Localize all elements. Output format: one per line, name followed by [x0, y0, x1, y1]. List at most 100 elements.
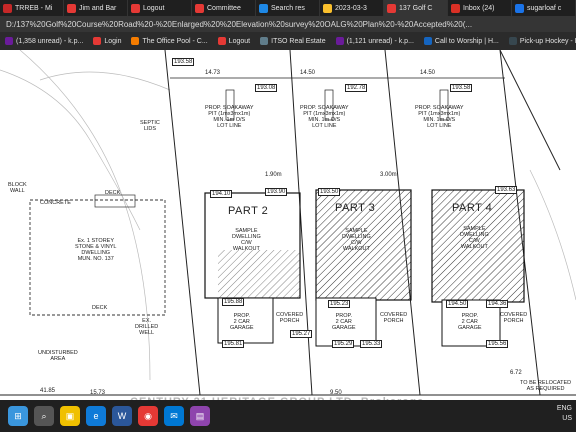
soakaway-note: PROP. SOAKAWAY PIT (1mx3mx1m) MIN. 1m O/…	[300, 105, 349, 129]
bookmark-icon	[508, 37, 517, 45]
browser-tab[interactable]: Search res	[256, 0, 320, 16]
bookmark-item[interactable]: (1,358 unread) - k.p...	[0, 37, 88, 45]
porch-note: COVERED PORCH	[380, 312, 408, 324]
dwelling-note: SAMPLE DWELLING C/W WALKOUT	[342, 228, 371, 252]
region-label: US	[562, 415, 572, 422]
browser-tab[interactable]: TRREB - Mi	[0, 0, 64, 16]
elevation-label: 194.10	[210, 190, 233, 198]
elevation-label: 193.58	[172, 58, 195, 66]
dimension-label: 1.90m	[265, 172, 282, 178]
undisturbed-note: UNDISTURBED AREA	[38, 350, 78, 362]
address-bar[interactable]: D:/137%20Golf%20Course%20Road%20-%20Enla…	[0, 16, 576, 32]
bookmark-label: Call to Worship | H...	[434, 37, 499, 45]
bookmark-item[interactable]: Call to Worship | H...	[419, 37, 504, 45]
explorer-icon[interactable]: ▣	[60, 406, 80, 426]
browser-tab[interactable]: 137 Golf C	[384, 0, 448, 16]
tab-favicon-icon	[195, 3, 204, 13]
tab-label: Logout	[143, 4, 165, 12]
lang-label: ENG	[556, 405, 572, 412]
bookmark-item[interactable]: Logout	[213, 37, 255, 45]
tab-label: Committee	[207, 4, 241, 12]
elevation-label: 195.81	[222, 340, 245, 348]
bookmark-label: The Office Pool - C...	[142, 37, 208, 45]
elevation-label: 193.08	[255, 84, 278, 92]
contour-line	[19, 50, 151, 381]
dimension-label: 14.50	[300, 70, 316, 76]
block-wall-note: BLOCK WALL	[8, 182, 27, 194]
tab-favicon-icon	[323, 3, 332, 13]
dimension-label: 15.73	[90, 390, 106, 396]
lot-line	[499, 50, 561, 171]
tab-label: sugarloaf c	[527, 4, 562, 12]
elevation-label: 195.29	[332, 340, 355, 348]
edge-icon[interactable]: e	[86, 406, 106, 426]
bookmark-icon	[5, 37, 13, 45]
elevation-label: 193.90	[265, 188, 288, 196]
bookmark-icon	[260, 37, 269, 45]
part-2-label: PART 2	[228, 205, 269, 217]
dimension-label: 41.85	[40, 388, 56, 394]
url-text[interactable]: D:/137%20Golf%20Course%20Road%20-%20Enla…	[0, 20, 472, 29]
part-3-label: PART 3	[335, 202, 376, 214]
bookmark-icon	[423, 37, 432, 45]
well-note: EX. DRILLED WELL	[135, 318, 159, 336]
bookmark-item[interactable]: Login	[88, 37, 126, 45]
browser-tab[interactable]: Logout	[128, 0, 192, 16]
tab-favicon-icon	[131, 3, 140, 13]
part-4-label: PART 4	[452, 202, 493, 214]
tab-favicon-icon	[387, 3, 396, 13]
contour-line	[529, 169, 576, 301]
browser-tab[interactable]: Jim and Bar	[64, 0, 128, 16]
tab-favicon-icon	[451, 3, 460, 13]
bookmark-item[interactable]: Pick-up Hockey - Fr...	[504, 37, 576, 45]
lot-line	[289, 50, 313, 396]
dwelling-note: SAMPLE DWELLING C/W WALKOUT	[460, 226, 489, 250]
tab-label: Jim and Bar	[79, 4, 117, 12]
elevation-label: 192.78	[345, 84, 368, 92]
tab-bar: TRREB - Mi Jim and Bar Logout Committee Sear…	[0, 0, 576, 16]
bookmark-label: Pick-up Hockey - Fr...	[519, 37, 576, 45]
deck-note: DECK	[105, 190, 121, 196]
bookmark-item[interactable]: The Office Pool - C...	[126, 37, 212, 45]
tab-label: 2023-03-3	[335, 4, 367, 12]
search-icon[interactable]: ⌕	[34, 406, 54, 426]
elevation-label: 193.63	[495, 186, 518, 194]
bookmark-label: (1,358 unread) - k.p...	[16, 37, 84, 45]
elevation-label: 193.58	[450, 84, 473, 92]
dimension-label: 3.00m	[380, 172, 397, 178]
browser-tab[interactable]: sugarloaf c	[512, 0, 576, 16]
photos-icon[interactable]: ▤	[190, 406, 210, 426]
garage-note: PROP. 2 CAR GARAGE	[230, 313, 254, 331]
bookmark-item[interactable]: (1,121 unread) - k.p...	[331, 37, 419, 45]
contour-line	[0, 69, 141, 231]
windows-icon[interactable]: ⊞	[8, 406, 28, 426]
existing-dwelling-note: Ex. 1 STOREY STONE & VINYL DWELLING MUN.…	[75, 238, 117, 262]
dimension-label: 14.50	[420, 70, 436, 76]
tab-favicon-icon	[515, 3, 524, 13]
chrome-icon[interactable]: ◉	[138, 406, 158, 426]
bookmark-item[interactable]: ITSO Real Estate	[255, 37, 330, 45]
elevation-label: 194.50	[446, 300, 469, 308]
deck-note: DECK	[92, 305, 108, 311]
bookmark-label: (1,121 unread) - k.p...	[346, 37, 414, 45]
bookmark-icon	[131, 37, 140, 45]
browser-tab[interactable]: 2023-03-3	[320, 0, 384, 16]
garage-note: PROP. 2 CAR GARAGE	[332, 313, 356, 331]
bookmark-icon	[335, 37, 344, 45]
contour-line	[39, 71, 171, 91]
mail-icon[interactable]: ✉	[164, 406, 184, 426]
tab-favicon-icon	[3, 3, 12, 13]
tab-label: TRREB - Mi	[15, 4, 53, 12]
deck-outline	[94, 194, 136, 208]
tab-label: Inbox (24)	[463, 4, 495, 12]
system-tray[interactable]: ENG US	[557, 404, 572, 424]
browser-tab[interactable]: Committee	[192, 0, 256, 16]
porch-note: COVERED PORCH	[276, 312, 304, 324]
soakaway-note: PROP. SOAKAWAY PIT (1mx3mx1m) MIN. 1m O/…	[415, 105, 464, 129]
dimension-label: 6.72	[510, 370, 522, 376]
porch-note: COVERED PORCH	[500, 312, 528, 324]
word-icon[interactable]: W	[112, 406, 132, 426]
lot-line	[164, 50, 201, 396]
concrete-note: CONCRETE	[40, 200, 71, 206]
browser-tab[interactable]: Inbox (24)	[448, 0, 512, 16]
